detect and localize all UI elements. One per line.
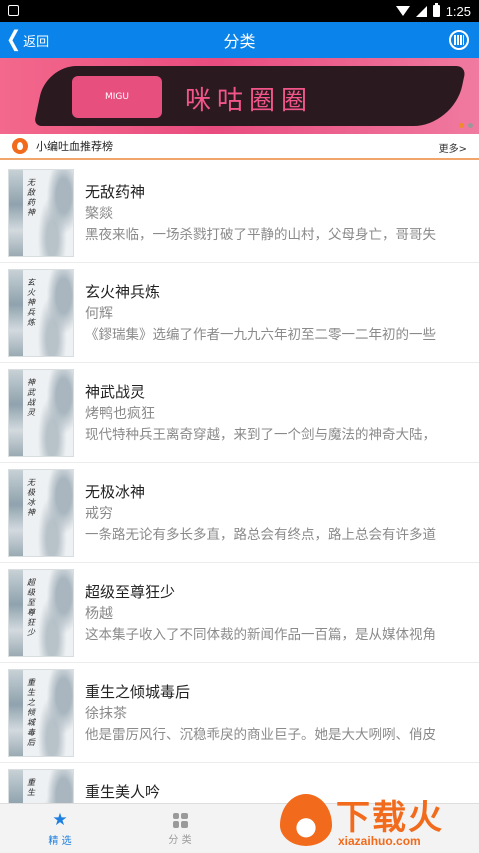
recommend-title: 小编吐血推荐榜 [36, 140, 113, 153]
book-author: 杨越 [85, 606, 113, 622]
more-link[interactable]: 更多> [439, 134, 467, 160]
wifi-icon [395, 6, 410, 16]
cover-title: 超级至尊狂少 [27, 578, 35, 637]
tab-category-label: 分 类 [168, 834, 192, 846]
cover-title: 无敌药神 [27, 178, 35, 217]
list-item[interactable]: 超级至尊狂少 超级至尊狂少 杨越 这本集子收入了不同体裁的新闻作品一百篇，是从媒… [0, 563, 479, 663]
status-right: 1:25 [395, 0, 471, 22]
book-title: 无敌药神 [85, 183, 146, 201]
book-desc: 黑夜来临，一场杀戮打破了平静的山村，父母身亡，哥哥失 [85, 227, 436, 243]
cover-title: 重生 [27, 778, 35, 797]
book-desc: 现代特种兵王离奇穿越，来到了一个剑与魔法的神奇大陆， [85, 427, 436, 443]
cover-title: 重生之倾城毒后 [27, 678, 35, 747]
grid-icon [172, 812, 188, 828]
book-cover: 无极冰神 [8, 469, 74, 557]
book-author: 徐抹茶 [85, 706, 127, 722]
list-item[interactable]: 玄火神兵炼 玄火神兵炼 何辉 《鏐瑞集》选编了作者一九九六年初至二零一二年初的一… [0, 263, 479, 363]
status-time: 1:25 [445, 3, 471, 19]
signal-icon [415, 5, 427, 17]
tab-category[interactable]: 分 类 [120, 804, 240, 853]
promo-banner[interactable]: MIGU 咪咕圈圈 [0, 58, 479, 134]
book-desc: 他是雷厉风行、沉稳乖戾的商业巨子。她是大大咧咧、俏皮 [85, 727, 436, 743]
bookshelf-button[interactable] [449, 30, 469, 50]
migu-logo: MIGU [72, 76, 162, 118]
book-cover: 重生之倾城毒后 [8, 669, 74, 757]
book-author: 烤鸭也疯狂 [85, 406, 155, 422]
pager-dot-active [459, 123, 464, 128]
book-author: 戒穷 [85, 506, 113, 522]
list-item[interactable]: 无敌药神 无敌药神 檠燚 黑夜来临，一场杀戮打破了平静的山村，父母身亡，哥哥失 [0, 163, 479, 263]
app-bar: ❮ 返回 分类 [0, 22, 479, 58]
list-item[interactable]: 无极冰神 无极冰神 戒穷 一条路无论有多长多直，路总会有终点，路上总会有许多道 [0, 463, 479, 563]
book-title: 玄火神兵炼 [85, 283, 161, 301]
cover-title: 神武战灵 [27, 378, 35, 417]
watermark-sub: xiazaihuo.com [338, 834, 421, 848]
book-cover: 玄火神兵炼 [8, 269, 74, 357]
battery-icon [432, 3, 440, 17]
book-cover: 无敌药神 [8, 169, 74, 257]
book-desc: 一条路无论有多长多直，路总会有终点，路上总会有许多道 [85, 527, 436, 543]
recommend-header: 小编吐血推荐榜 更多> [0, 134, 479, 160]
book-cover: 超级至尊狂少 [8, 569, 74, 657]
book-title: 神武战灵 [85, 383, 146, 401]
flame-logo-icon [280, 794, 332, 846]
cover-title: 无极冰神 [27, 478, 35, 517]
book-title: 超级至尊狂少 [85, 583, 176, 601]
status-bar: 1:25 [0, 0, 479, 22]
fire-icon [12, 138, 28, 154]
book-author: 檠燚 [85, 206, 113, 222]
bookshelf-icon [454, 35, 464, 45]
book-title: 无极冰神 [85, 483, 146, 501]
book-title: 重生之倾城毒后 [85, 683, 191, 701]
tab-featured-label: 精 选 [48, 835, 72, 847]
star-icon: ★ [52, 809, 68, 830]
tab-featured[interactable]: ★ 精 选 [0, 804, 120, 853]
cover-title: 玄火神兵炼 [27, 278, 35, 327]
book-desc: 《鏐瑞集》选编了作者一九九六年初至二零一二年初的一些 [85, 327, 436, 343]
watermark-text: 下载火 [336, 798, 444, 838]
pager-dot [468, 123, 473, 128]
book-desc: 这本集子收入了不同体裁的新闻作品一百篇，是从媒体视角 [85, 627, 436, 643]
banner-pager [459, 123, 473, 128]
page-title: 分类 [223, 32, 256, 51]
notification-icon [8, 5, 19, 16]
book-author: 何辉 [85, 306, 113, 322]
list-item[interactable]: 重生之倾城毒后 重生之倾城毒后 徐抹茶 他是雷厉风行、沉稳乖戾的商业巨子。她是大… [0, 663, 479, 763]
list-item[interactable]: 神武战灵 神武战灵 烤鸭也疯狂 现代特种兵王离奇穿越，来到了一个剑与魔法的神奇大… [0, 363, 479, 463]
book-title: 重生美人吟 [85, 783, 161, 801]
banner-brand-text: 咪咕圈圈 [185, 86, 314, 116]
watermark: 下载火 xiazaihuo.com [280, 790, 475, 852]
book-cover: 神武战灵 [8, 369, 74, 457]
